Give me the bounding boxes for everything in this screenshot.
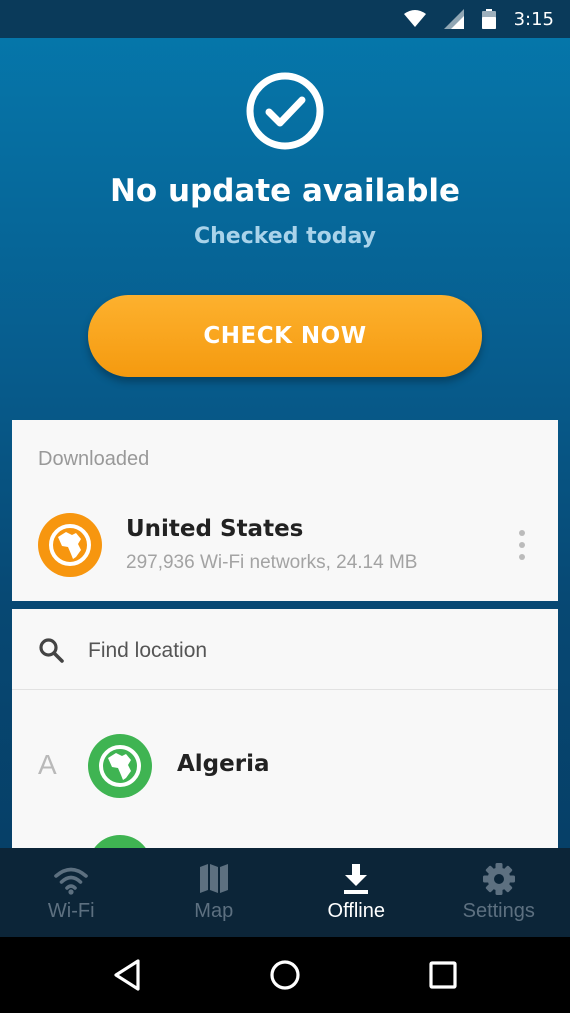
update-status-title: No update available: [109, 173, 461, 209]
gear-icon: [482, 863, 515, 895]
bottom-navigation: Wi-Fi Map Offline Settings: [0, 848, 570, 937]
back-icon[interactable]: [112, 957, 142, 993]
search-icon: [39, 638, 64, 663]
signal-icon: [443, 9, 464, 29]
last-checked-text: Checked today: [193, 224, 377, 249]
search-row: [12, 609, 558, 690]
location-name: Algeria: [177, 751, 270, 777]
nav-label-offline: Offline: [327, 900, 385, 922]
globe-africa-icon: [38, 513, 102, 577]
nav-label-map: Map: [194, 900, 234, 922]
download-icon: [344, 864, 369, 894]
system-navigation-bar: [0, 937, 570, 1013]
recents-icon[interactable]: [428, 957, 458, 993]
downloaded-card: Downloaded United States 297,936 Wi-Fi n…: [12, 420, 558, 601]
find-location-input[interactable]: [88, 631, 528, 671]
globe-africa-icon: [88, 734, 152, 798]
nav-label-wifi: Wi-Fi: [47, 900, 95, 922]
nav-item-wifi[interactable]: Wi-Fi: [0, 848, 143, 937]
nav-item-settings[interactable]: Settings: [428, 848, 570, 937]
status-bar: 3:15: [0, 0, 570, 38]
nav-item-offline[interactable]: Offline: [285, 848, 428, 937]
map-icon: [199, 864, 228, 893]
locations-card: A Algeria: [12, 609, 558, 869]
nav-item-map[interactable]: Map: [143, 848, 286, 937]
alphabet-index-letter: A: [38, 749, 57, 780]
downloaded-item-name: United States: [126, 516, 304, 542]
wifi-icon: [403, 10, 426, 27]
more-options-icon[interactable]: [516, 530, 528, 560]
nav-label-settings: Settings: [462, 900, 535, 922]
battery-icon: [481, 9, 496, 29]
wifi-icon: [54, 867, 89, 895]
home-icon[interactable]: [269, 957, 301, 993]
downloaded-item-detail: 297,936 Wi-Fi networks, 24.14 MB: [126, 552, 418, 573]
check-circle-icon: [246, 72, 324, 150]
status-time: 3:15: [513, 8, 554, 30]
update-status-panel: No update available Checked today CHECK …: [0, 38, 570, 418]
check-now-button[interactable]: CHECK NOW: [88, 295, 482, 377]
downloaded-section-label: Downloaded: [38, 448, 150, 470]
